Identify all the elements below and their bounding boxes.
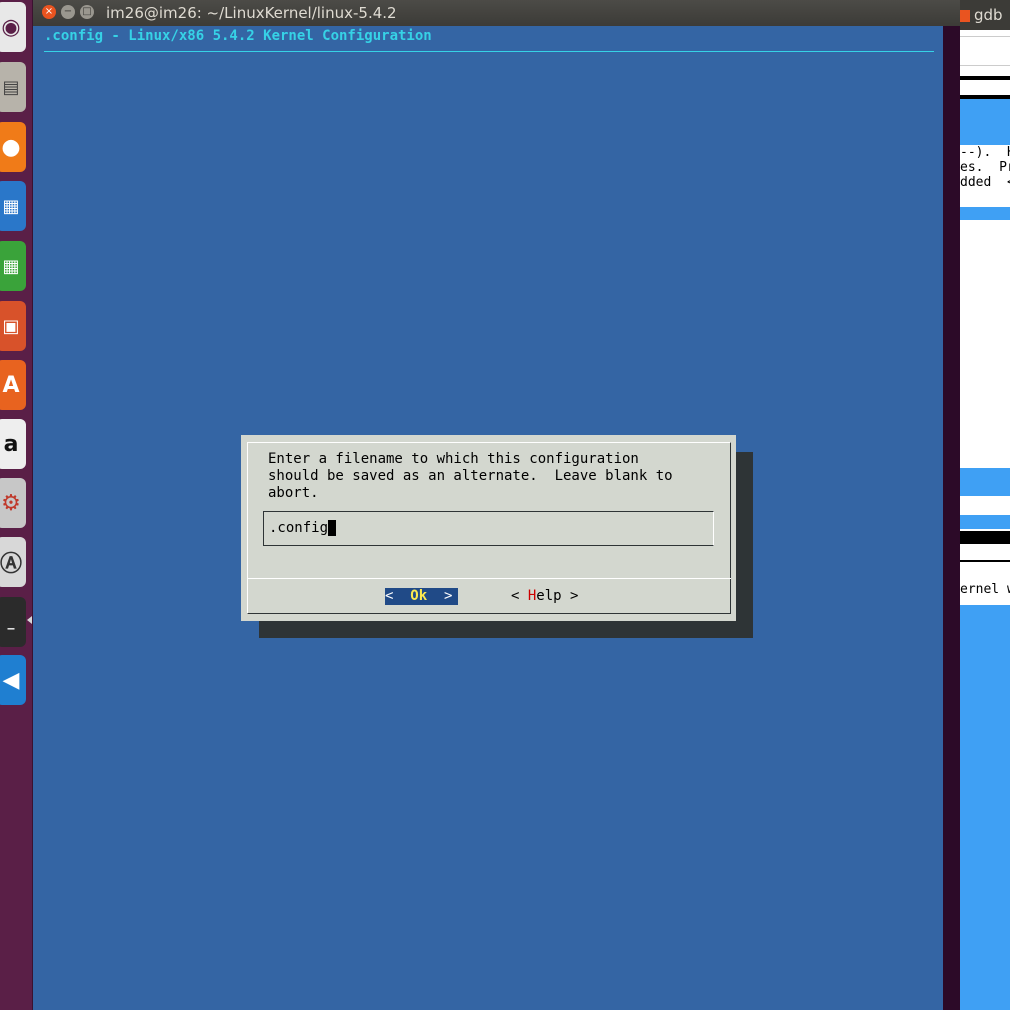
files-icon[interactable]: ▤ xyxy=(0,62,26,112)
background-line: dded <M xyxy=(960,175,1010,190)
system-settings-icon[interactable]: ⚙ xyxy=(0,478,26,528)
background-window-titlebar: gdb xyxy=(960,0,1010,30)
background-block xyxy=(960,515,1010,529)
background-line: ernel wi xyxy=(960,582,1010,597)
background-rule xyxy=(960,76,1010,80)
software-center-icon[interactable]: A xyxy=(0,360,26,410)
background-block xyxy=(960,649,1010,1010)
background-block xyxy=(960,207,1010,220)
background-block xyxy=(960,605,1010,649)
background-window-title: gdb xyxy=(974,6,1003,24)
background-toolbar xyxy=(960,36,1010,66)
ok-button[interactable]: < Ok > xyxy=(385,588,458,605)
active-app-indicator xyxy=(27,616,32,624)
impress-icon[interactable]: ▣ xyxy=(0,301,26,351)
menuconfig-header: .config - Linux/x86 5.4.2 Kernel Configu… xyxy=(44,28,432,44)
background-line: --). H xyxy=(960,145,1010,160)
dialog-separator xyxy=(247,578,731,579)
background-block xyxy=(960,468,1010,496)
amazon-icon[interactable]: a xyxy=(0,419,26,469)
filename-input[interactable]: .config xyxy=(263,511,714,546)
ok-label: Ok xyxy=(410,588,428,604)
firefox-icon[interactable]: ● xyxy=(0,122,26,172)
dialog-prompt: Enter a filename to which this configura… xyxy=(268,451,673,501)
maximize-icon[interactable]: □ xyxy=(80,5,94,19)
terminal-icon[interactable]: _ xyxy=(0,597,26,647)
text-cursor xyxy=(328,520,337,536)
background-window[interactable]: gdb --). H es. Pre dded <M ernel wi xyxy=(960,0,1010,1010)
background-block xyxy=(960,99,1010,145)
help-button[interactable]: < Help > xyxy=(511,588,578,605)
close-icon[interactable] xyxy=(960,9,970,22)
ok-bracket-left: < xyxy=(385,588,411,604)
writer-icon[interactable]: ▦ xyxy=(0,181,26,231)
unity-launcher: ◉ ▤ ● ▦ ▦ ▣ A a ⚙ Ⓐ _ ◀ xyxy=(0,0,33,1010)
window-title: im26@im26: ~/LinuxKernel/linux-5.4.2 xyxy=(106,4,397,22)
filename-value: .config xyxy=(269,520,329,536)
background-rule xyxy=(960,560,1010,562)
close-icon[interactable]: × xyxy=(42,5,56,19)
calc-icon[interactable]: ▦ xyxy=(0,241,26,291)
terminal-body[interactable]: .config - Linux/x86 5.4.2 Kernel Configu… xyxy=(33,26,943,1010)
header-divider xyxy=(44,51,934,52)
minimize-icon[interactable]: − xyxy=(61,5,75,19)
vscode-icon[interactable]: ◀ xyxy=(0,655,26,705)
software-updater-icon[interactable]: Ⓐ xyxy=(0,537,26,587)
background-line: es. Pre xyxy=(960,160,1010,175)
ok-bracket-right: > xyxy=(427,588,453,604)
help-label-rest: elp > xyxy=(536,588,579,604)
ubuntu-dash-icon[interactable]: ◉ xyxy=(0,2,26,52)
background-rule xyxy=(960,531,1010,544)
terminal-titlebar: × − □ im26@im26: ~/LinuxKernel/linux-5.4… xyxy=(33,0,960,26)
help-bracket-left: < xyxy=(511,588,528,604)
save-as-dialog: Enter a filename to which this configura… xyxy=(241,435,736,621)
terminal-right-edge xyxy=(943,26,960,1010)
